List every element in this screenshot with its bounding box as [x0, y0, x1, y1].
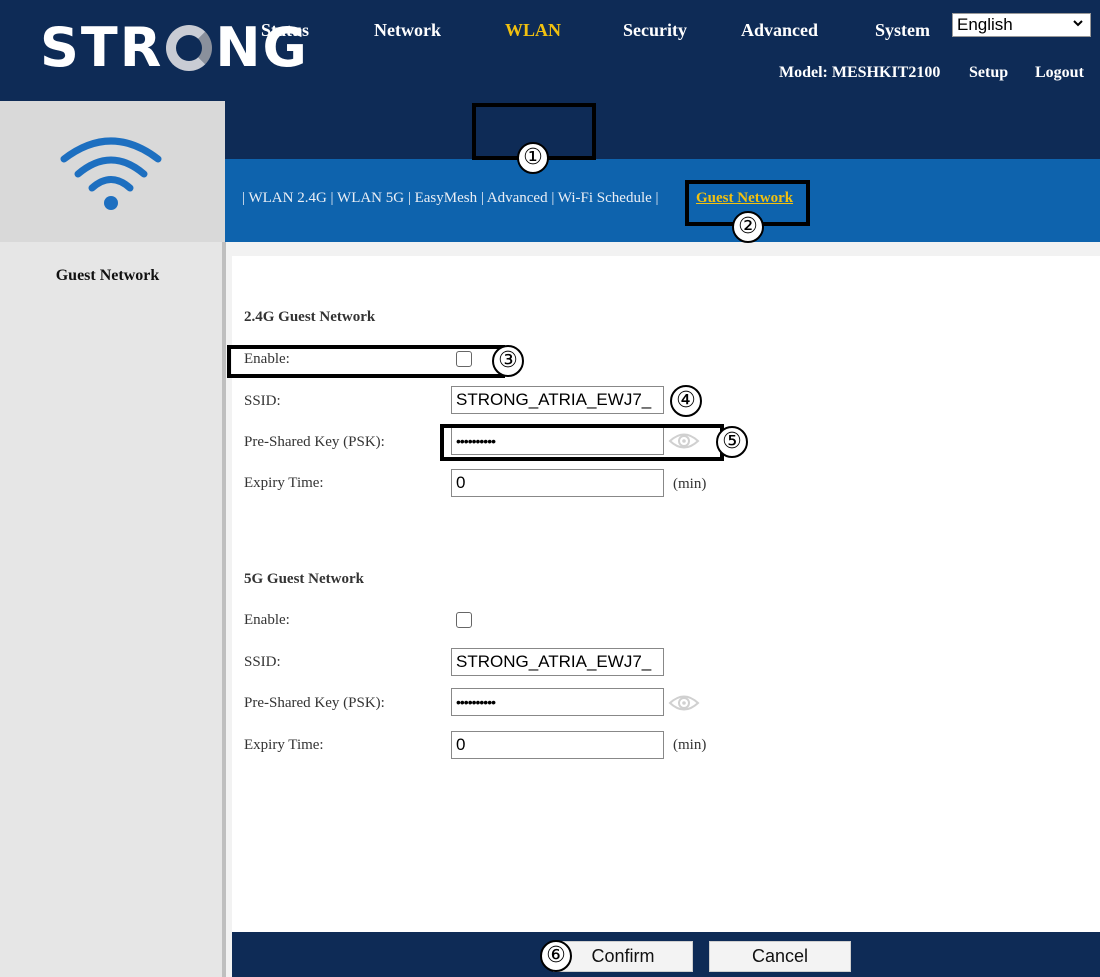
ssid-input-2g[interactable]: STRONG_ATRIA_EWJ7_	[451, 386, 664, 414]
marker-4: ④	[670, 385, 702, 417]
expiry-input-2g[interactable]: 0	[451, 469, 664, 497]
psk-input-5g[interactable]: ••••••••••	[451, 688, 664, 716]
confirm-button[interactable]: Confirm	[553, 941, 693, 972]
expiry-unit-2g: (min)	[673, 476, 707, 492]
marker-6: ⑥	[540, 940, 572, 972]
expiry-input-5g[interactable]: 0	[451, 731, 664, 759]
sidebar-item-guest-network[interactable]: Guest Network	[0, 267, 215, 285]
enable-label-5g: Enable:	[244, 612, 290, 628]
psk-label-5g: Pre-Shared Key (PSK):	[244, 695, 385, 711]
language-select[interactable]: English	[952, 13, 1091, 37]
model-label: Model: MESHKIT2100	[779, 64, 941, 81]
expiry-unit-5g: (min)	[673, 737, 707, 753]
sub-nav-links[interactable]: | WLAN 2.4G | WLAN 5G | EasyMesh | Advan…	[242, 190, 659, 207]
nav-advanced[interactable]: Advanced	[741, 20, 818, 41]
eye-icon[interactable]	[668, 692, 700, 714]
highlight-box-5	[440, 424, 724, 461]
logo-text-left: STR	[40, 16, 164, 79]
nav-security[interactable]: Security	[623, 20, 687, 41]
logout-link[interactable]: Logout	[1035, 64, 1084, 82]
ssid-label-2g: SSID:	[244, 393, 281, 409]
wifi-icon	[60, 137, 162, 210]
marker-5: ⑤	[716, 426, 748, 458]
section-title-2g: 2.4G Guest Network	[244, 309, 376, 325]
psk-label-2g: Pre-Shared Key (PSK):	[244, 434, 385, 450]
language-select-value: English	[957, 15, 1013, 34]
marker-1: ①	[517, 142, 549, 174]
marker-2: ②	[732, 211, 764, 243]
nav-wlan[interactable]: WLAN	[505, 20, 561, 41]
chevron-down-icon	[1073, 20, 1083, 27]
top-nav	[225, 101, 1100, 159]
nav-system[interactable]: System	[875, 20, 930, 41]
nav-status[interactable]: Status	[261, 20, 309, 41]
setup-link[interactable]: Setup	[969, 64, 1008, 82]
ssid-label-5g: SSID:	[244, 654, 281, 670]
cancel-button[interactable]: Cancel	[709, 941, 851, 972]
sidebar-header	[0, 101, 225, 242]
expiry-label-5g: Expiry Time:	[244, 737, 324, 753]
sidebar	[0, 242, 222, 977]
enable-checkbox-5g[interactable]	[456, 612, 472, 628]
highlight-box-3	[227, 345, 505, 378]
marker-3: ③	[492, 345, 524, 377]
section-title-5g: 5G Guest Network	[244, 571, 364, 587]
logo-o-icon	[166, 25, 213, 71]
expiry-label-2g: Expiry Time:	[244, 475, 324, 491]
ssid-input-5g[interactable]: STRONG_ATRIA_EWJ7_	[451, 648, 664, 676]
nav-network[interactable]: Network	[374, 20, 441, 41]
